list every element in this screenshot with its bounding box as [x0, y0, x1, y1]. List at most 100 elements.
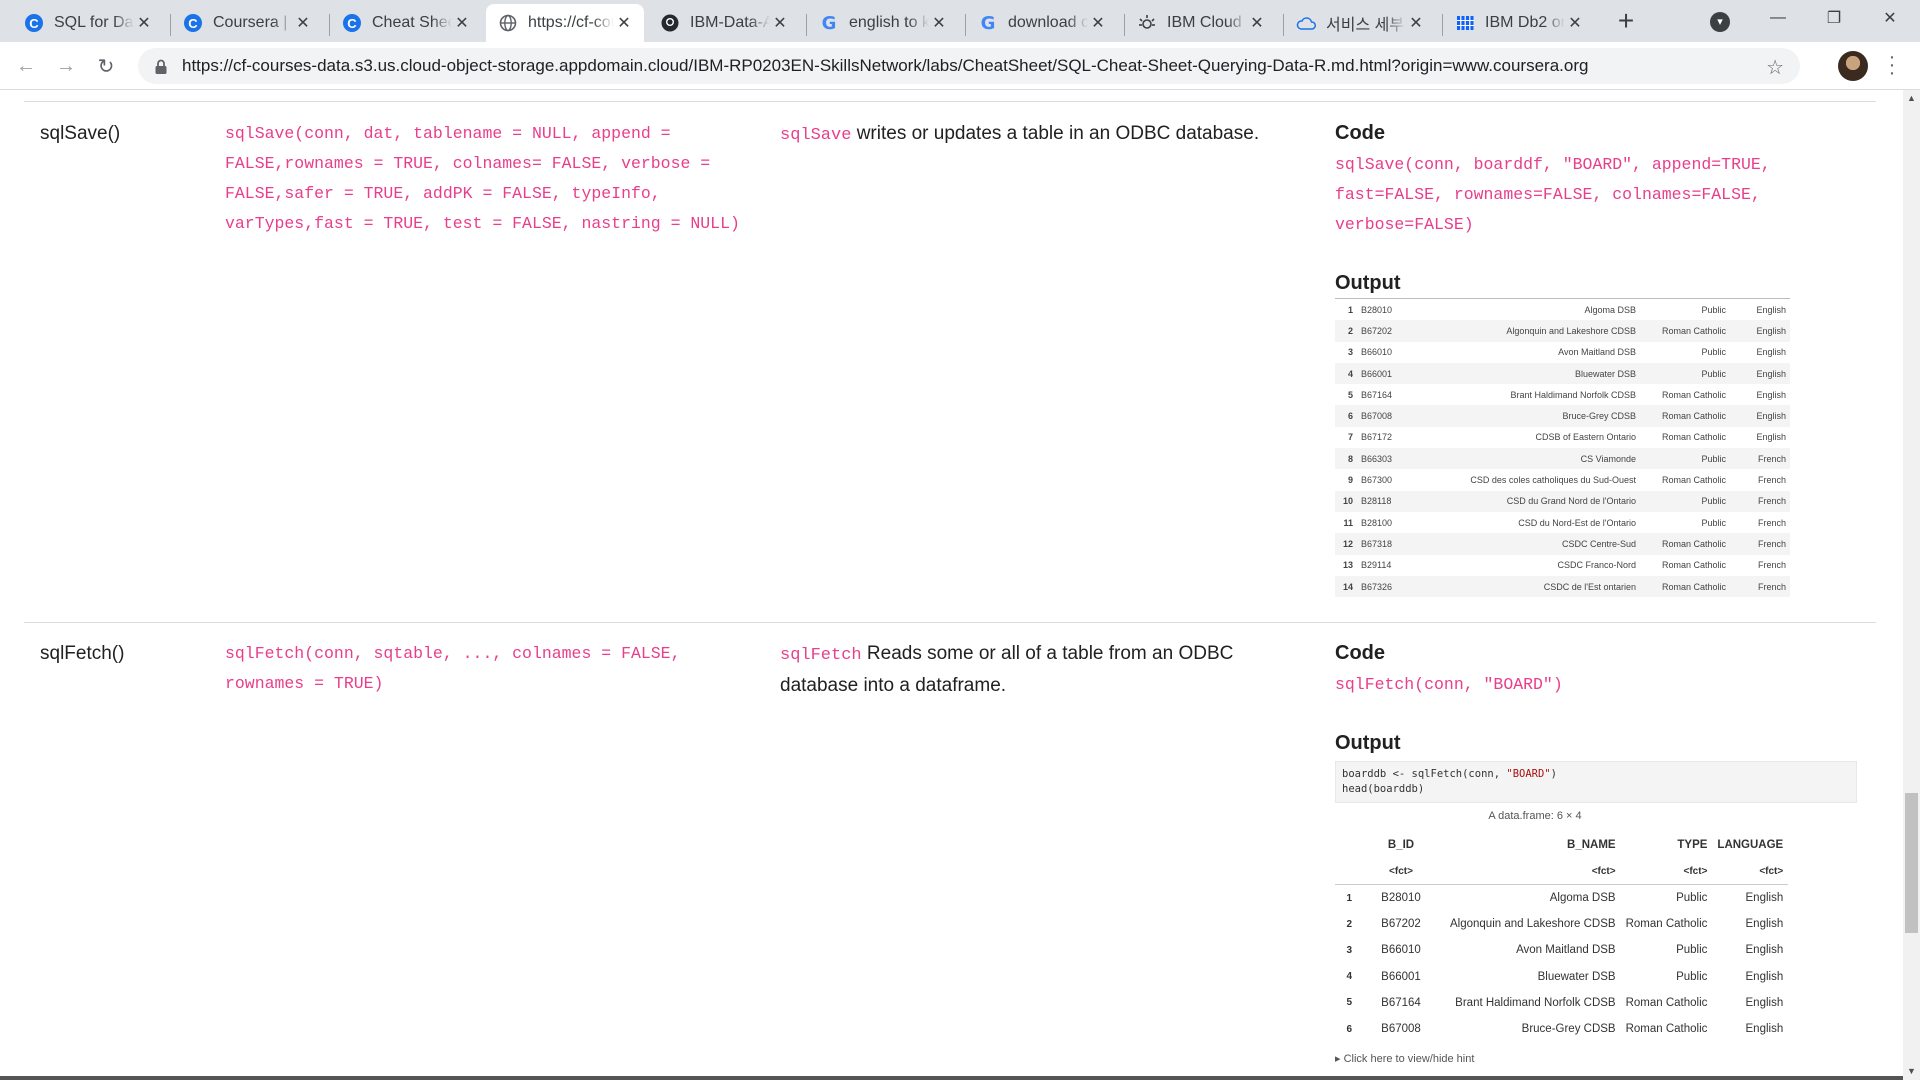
scrollbar-thumb[interactable] — [1905, 793, 1918, 933]
back-button[interactable]: ← — [12, 52, 40, 80]
table-cell: B67202 — [1357, 320, 1465, 342]
table-cell: B67300 — [1361, 475, 1393, 486]
table-cell: Public — [1640, 448, 1730, 470]
table-cell: English — [1756, 432, 1786, 443]
table-row: 14 B67326 CSDC de l'Est ontarien Roman Cath… — [1335, 575, 1790, 598]
table-cell: Public — [1676, 892, 1708, 905]
table-cell: B28010 — [1361, 304, 1393, 315]
table-cell: Roman Catholic — [1640, 320, 1730, 342]
hint-toggle[interactable]: ▸ Click here to view/hide hint — [1335, 1052, 1474, 1065]
browser-tab[interactable]: C Cheat Sheet ✕ — [330, 4, 482, 42]
google-icon: G — [980, 12, 996, 34]
table-cell: CSDC Franco-Nord — [1557, 560, 1636, 571]
table-cell: English — [1730, 362, 1790, 385]
browser-tab[interactable]: IBM Db2 on Cloud ✕ — [1443, 4, 1595, 42]
tab-title: english to korean — [849, 14, 929, 31]
table-cell: 6 — [1335, 405, 1357, 427]
browser-tab-active[interactable]: https://cf-courses ✕ — [486, 4, 644, 42]
close-icon[interactable]: ✕ — [293, 13, 313, 33]
function-name: sqlSave() — [40, 123, 121, 144]
browser-tab[interactable]: IBM-Data-Analyst ✕ — [648, 4, 800, 42]
coursera-icon: C — [342, 13, 362, 33]
table-cell: CSD du Grand Nord de l'Ontario — [1465, 490, 1640, 512]
table-cell: French — [1757, 475, 1786, 486]
code-example: sqlFetch(conn, "BOARD") — [1335, 675, 1563, 694]
table-cell: B66001 — [1381, 970, 1421, 983]
browser-tab[interactable]: C Coursera | Online ✕ — [171, 4, 323, 42]
close-icon[interactable]: ✕ — [134, 13, 154, 33]
r-code-cell: boarddb <- sqlFetch(conn, "BOARD") head(… — [1335, 761, 1857, 803]
table-cell: Roman Catholic — [1661, 560, 1726, 571]
table-cell: B66010 — [1381, 944, 1421, 957]
db2-icon — [1455, 13, 1475, 33]
table-cell: Algoma DSB — [1584, 304, 1636, 315]
table-cell: CDSB of Eastern Ontario — [1535, 432, 1636, 443]
close-icon[interactable]: ✕ — [614, 13, 634, 33]
table-cell: Roman Catholic — [1640, 405, 1730, 427]
table-cell: B67202 — [1381, 918, 1421, 931]
table-cell: B67318 — [1357, 533, 1465, 555]
table-cell: 2 — [1335, 320, 1357, 342]
table-cell: 3 — [1347, 347, 1353, 358]
address-bar[interactable]: https://cf-courses-data.s3.us.cloud-obje… — [138, 48, 1800, 84]
close-icon[interactable]: ✕ — [770, 13, 790, 33]
vertical-scrollbar[interactable]: ▲ ▼ — [1903, 90, 1920, 1080]
new-tab-button[interactable]: + — [1612, 7, 1640, 36]
table-row: 5 B67164 Brant Haldimand Norfolk CDSB Roman… — [1335, 990, 1788, 1016]
scroll-down-arrow-icon[interactable]: ▼ — [1903, 1063, 1920, 1080]
code-text: ) — [1550, 768, 1557, 780]
forward-button[interactable]: → — [52, 52, 80, 80]
close-icon[interactable]: ✕ — [929, 13, 949, 33]
github-icon — [660, 13, 680, 33]
table-cell: 4 — [1335, 362, 1357, 385]
browser-tab[interactable]: C SQL for Data Science ✕ — [12, 4, 164, 42]
url-text[interactable]: https://cf-courses-data.s3.us.cloud-obje… — [182, 56, 1588, 76]
inline-code: sqlSave — [780, 126, 852, 145]
table-cell: CS Viamonde — [1465, 448, 1640, 470]
browser-tab[interactable]: 서비스 세부 ✕ — [1284, 4, 1436, 42]
table-cell: 6 — [1346, 1023, 1352, 1035]
dataframe-caption: A data.frame: 6 × 4 — [1488, 810, 1582, 822]
close-icon[interactable]: ✕ — [1247, 13, 1267, 33]
browser-tab[interactable]: G download csv ✕ — [966, 4, 1118, 42]
tab-search-button[interactable]: ▾ — [1710, 12, 1730, 32]
index-header — [1335, 858, 1357, 885]
output-table: 1 B28010 Algoma DSB Public English 2 B67202 Alg… — [1335, 298, 1790, 598]
close-icon[interactable]: ✕ — [1088, 13, 1108, 33]
close-icon[interactable]: ✕ — [1406, 13, 1426, 33]
bookmark-star-icon[interactable]: ☆ — [1766, 55, 1784, 80]
table-cell: Roman Catholic — [1640, 533, 1730, 555]
table-cell: B66010 — [1361, 347, 1393, 358]
table-row: 7 B67172 CDSB of Eastern Ontario Roman Cath… — [1335, 427, 1790, 448]
code-text: head(boarddb) — [1342, 783, 1425, 795]
table-cell: Algoma DSB — [1549, 892, 1616, 905]
profile-avatar[interactable] — [1838, 51, 1868, 81]
output-heading: Output — [1335, 732, 1401, 754]
globe-icon — [498, 13, 518, 33]
scroll-up-arrow-icon[interactable]: ▲ — [1903, 90, 1920, 107]
table-cell: B67008 — [1381, 1023, 1421, 1036]
table-cell: 9 — [1347, 475, 1353, 486]
close-window-button[interactable]: ✕ — [1862, 0, 1918, 36]
browser-tab[interactable]: IBM Cloud ✕ — [1125, 4, 1277, 42]
browser-menu-button[interactable]: · · · — [1886, 47, 1898, 83]
browser-tab[interactable]: G english to korean ✕ — [807, 4, 959, 42]
tab-title: IBM Db2 on Cloud — [1485, 14, 1565, 31]
table-cell: Public — [1640, 490, 1730, 512]
dataframe-table: B_ID B_NAME TYPE LANGUAGE <fct> <fct> <f… — [1335, 832, 1789, 1042]
table-cell: 10 — [1335, 490, 1357, 512]
table-row: 1 B28010 Algoma DSB Public English — [1335, 885, 1788, 912]
column-type: <fct> — [1712, 858, 1789, 885]
minimize-button[interactable]: — — [1750, 0, 1806, 36]
reload-button[interactable]: ↻ — [92, 52, 120, 80]
table-cell: Bruce-Grey CDSB — [1465, 405, 1640, 427]
table-cell: Avon Maitland DSB — [1558, 347, 1636, 358]
table-row: 11 B28100 CSD du Nord-Est de l'Ontario Publ… — [1335, 512, 1790, 533]
coursera-icon: C — [183, 13, 203, 33]
close-icon[interactable]: ✕ — [452, 13, 472, 33]
tab-title: IBM-Data-Analyst — [690, 14, 770, 31]
table-cell: B66303 — [1357, 448, 1465, 470]
close-icon[interactable]: ✕ — [1565, 13, 1585, 33]
restore-button[interactable]: ❐ — [1806, 0, 1862, 36]
table-cell: English — [1730, 320, 1790, 342]
